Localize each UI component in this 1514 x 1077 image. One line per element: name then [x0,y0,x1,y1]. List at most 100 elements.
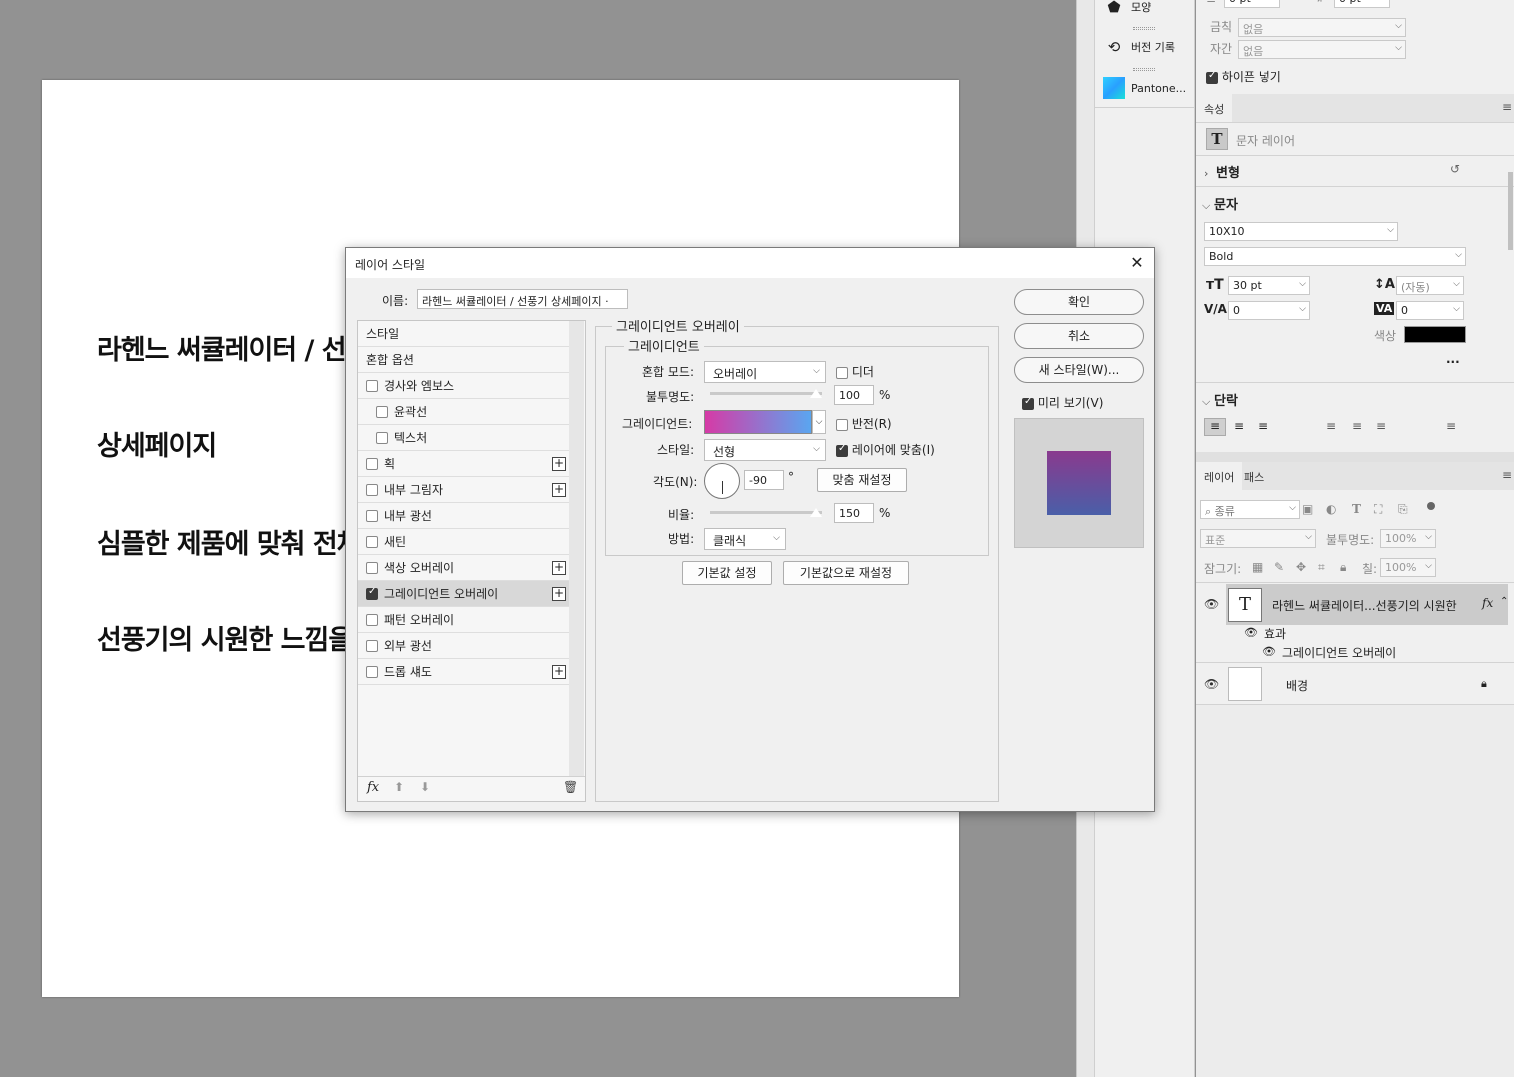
text-color-swatch[interactable] [1404,326,1466,343]
style-list-item[interactable]: 획 + [358,451,569,477]
background-layer-thumbnail[interactable] [1228,667,1262,701]
filter-type-icon[interactable]: T [1352,502,1361,516]
font-style-select[interactable]: Bold ⌵ [1204,247,1466,266]
scale-field[interactable]: 150 [834,503,874,523]
align-with-layer-checkbox[interactable] [836,443,848,457]
layer-fill-field[interactable]: 100% ⌵ [1380,558,1436,577]
angle-field[interactable]: -90 [744,470,784,490]
style-list-item[interactable]: 외부 광선 [358,633,569,659]
mojikumi-select[interactable]: 없음 ⌵ [1238,40,1406,59]
tracking-field[interactable]: 0 ⌵ [1396,301,1464,320]
lock-transparency-icon[interactable]: ▦ [1252,560,1263,574]
styles-list-scrollbar[interactable] [569,321,584,776]
style-checkbox[interactable] [366,535,378,548]
style-list-item[interactable]: 내부 그림자 + [358,477,569,503]
scale-slider-thumb[interactable] [809,507,823,518]
reverse-option[interactable]: 반전(R) [836,415,892,432]
style-list-item[interactable]: 텍스처 [358,425,569,451]
kerning-field[interactable]: 0 ⌵ [1228,301,1310,320]
style-checkbox[interactable] [366,613,378,626]
reset-alignment-button[interactable]: 맞춤 재설정 [817,468,907,492]
filter-image-icon[interactable]: ▣ [1302,502,1313,516]
cancel-button[interactable]: 취소 [1014,323,1144,349]
background-layer-name[interactable]: 배경 [1286,677,1308,694]
style-checkbox[interactable] [366,509,378,522]
preview-option[interactable]: 미리 보기(V) [1022,394,1103,411]
lock-all-icon[interactable]: 🔒︎ [1340,560,1346,575]
justify-right-icon[interactable]: ≡ [1376,419,1386,433]
gradient-style-select[interactable]: 선형 ⌵ [704,439,826,461]
style-checkbox[interactable] [366,586,378,600]
dialog-title-bar[interactable]: 레이어 스타일 [346,248,1154,278]
doc-text-line-3[interactable]: 심플한 제품에 맞춰 전체 [97,522,362,561]
hyphenate-row[interactable]: 하이픈 넣기 [1206,68,1281,85]
layer-opacity-field[interactable]: 100% ⌵ [1380,529,1436,548]
style-list-item[interactable]: 드롭 섀도 + [358,659,569,685]
style-list-item[interactable]: 경사와 엠보스 [358,373,569,399]
add-effect-plus-icon[interactable]: + [552,561,566,575]
style-list-item[interactable]: 색상 오버레이 + [358,555,569,581]
hyphenate-checkbox[interactable] [1206,70,1218,84]
style-checkbox[interactable] [366,561,378,574]
style-list-item[interactable]: 윤곽선 [358,399,569,425]
filter-toggle-icon[interactable] [1427,502,1435,510]
lock-brush-icon[interactable]: ✎ [1274,560,1284,574]
tab-paths[interactable]: 패스 [1236,462,1272,490]
align-center-icon[interactable]: ≡ [1234,419,1244,433]
gradient-dropdown-chevron-icon[interactable]: ⌵ [812,410,826,434]
effect-eye-icon[interactable]: 👁︎ [1262,645,1276,658]
new-style-button[interactable]: 새 스타일(W)... [1014,357,1144,383]
style-list-item[interactable]: 스타일 [358,321,569,347]
style-list-item[interactable]: 새틴 [358,529,569,555]
filter-adjustment-icon[interactable]: ◐ [1326,502,1336,516]
style-checkbox[interactable] [366,379,378,392]
panel-menu-icon[interactable]: ≡ [1502,100,1512,114]
style-checkbox[interactable] [366,457,378,470]
add-effect-plus-icon[interactable]: + [552,587,566,601]
style-name-field[interactable]: 라헨느 써큘레이터 / 선풍기 상세페이지 · [417,289,628,309]
indent-left-field[interactable]: 0 pt [1224,0,1280,8]
layer-filter-select[interactable]: ⌕ 종류 ⌵ [1200,500,1300,519]
method-select[interactable]: 클래식 ⌵ [704,528,786,550]
effect-gradient-overlay-label[interactable]: 그레이디언트 오버레이 [1282,644,1396,661]
add-effect-plus-icon[interactable]: + [552,665,566,679]
blend-mode-select[interactable]: 오버레이 ⌵ [704,361,826,383]
text-layer-thumbnail[interactable]: T [1228,588,1262,622]
paragraph-section-header[interactable]: ⌵ 단락 [1202,390,1238,409]
history-panel-button[interactable]: ⟲ 버전 기록 [1095,28,1195,66]
filter-smart-object-icon[interactable]: ⎘ [1398,502,1408,517]
leading-field[interactable]: (자동) ⌵ [1396,276,1464,295]
gradient-picker[interactable] [704,410,812,434]
indent-right-field[interactable]: 0 pt [1334,0,1390,8]
properties-scrollbar[interactable] [1508,172,1513,250]
preview-checkbox[interactable] [1022,396,1034,410]
eye-icon[interactable]: 👁︎ [1204,677,1219,691]
reverse-checkbox[interactable] [836,418,848,431]
justify-center-icon[interactable]: ≡ [1352,419,1362,433]
scale-slider[interactable] [710,511,822,514]
style-list-item[interactable]: 그레이디언트 오버레이 + [358,581,569,607]
opacity-slider-thumb[interactable] [809,388,823,399]
lock-position-icon[interactable]: ✥ [1296,560,1306,574]
opacity-field[interactable]: 100 [834,385,874,405]
style-checkbox[interactable] [376,405,388,418]
justify-all-icon[interactable]: ≡ [1446,419,1456,433]
opacity-slider[interactable] [710,392,822,395]
add-effect-plus-icon[interactable]: + [552,457,566,471]
layer-blend-mode-select[interactable]: 표준 ⌵ [1200,529,1316,548]
panel-menu-icon[interactable]: ≡ [1502,468,1512,482]
chevron-up-icon[interactable]: ⌃ [1500,596,1508,607]
doc-text-line-1[interactable]: 라헨느 써큘레이터 / 선 [97,328,347,367]
align-left-icon[interactable]: ≡ [1204,418,1226,436]
align-right-icon[interactable]: ≡ [1258,419,1268,433]
lock-artboard-icon[interactable]: ⌗ [1318,560,1325,575]
dither-option[interactable]: 디더 [836,363,874,380]
trash-icon[interactable]: 🗑︎ [563,780,578,794]
doc-text-line-4[interactable]: 선풍기의 시원한 느낌을 [97,618,353,657]
kinsoku-select[interactable]: 없음 ⌵ [1238,18,1406,37]
move-down-icon[interactable]: ⬇ [420,780,430,794]
pantone-panel-button[interactable]: Pantone... [1095,69,1195,107]
angle-dial[interactable] [704,463,740,499]
style-list-item[interactable]: 패턴 오버레이 [358,607,569,633]
tab-properties[interactable]: 속성 [1196,94,1233,122]
